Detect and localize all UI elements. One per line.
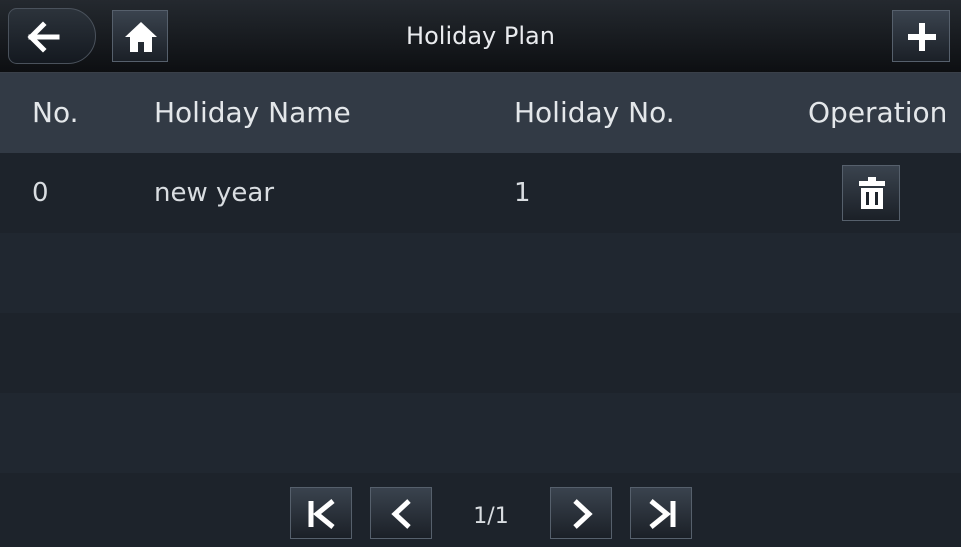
back-button[interactable] [8, 8, 96, 64]
column-header-holiday-name: Holiday Name [154, 96, 351, 129]
chevron-right-icon [573, 499, 593, 529]
arrow-left-icon [27, 21, 60, 53]
first-page-icon [308, 499, 335, 529]
empty-row [0, 393, 961, 473]
last-page-button[interactable] [630, 487, 692, 539]
trash-icon [859, 177, 885, 209]
home-icon [125, 22, 157, 52]
previous-page-button[interactable] [370, 487, 432, 539]
column-header-no: No. [32, 96, 79, 129]
plus-icon [908, 23, 936, 51]
holiday-no-cell: 0 [32, 178, 49, 208]
table-header: No. Holiday Name Holiday No. Operation [0, 73, 961, 153]
chevron-left-icon [391, 499, 411, 529]
home-button[interactable] [112, 10, 168, 62]
empty-row [0, 233, 961, 313]
last-page-icon [649, 499, 676, 529]
empty-row [0, 313, 961, 393]
holiday-name-cell: new year [154, 178, 275, 208]
holiday-number-cell: 1 [514, 178, 531, 208]
add-holiday-button[interactable] [892, 10, 950, 62]
first-page-button[interactable] [290, 487, 352, 539]
delete-button[interactable] [842, 165, 900, 221]
page-indicator: 1/1 [473, 504, 509, 529]
next-page-button[interactable] [550, 487, 612, 539]
top-bar: Holiday Plan [0, 0, 961, 73]
table-row[interactable]: 0 new year 1 [0, 153, 961, 233]
column-header-operation: Operation [808, 96, 948, 129]
pagination: 1/1 [0, 473, 961, 547]
column-header-holiday-no: Holiday No. [514, 96, 675, 129]
